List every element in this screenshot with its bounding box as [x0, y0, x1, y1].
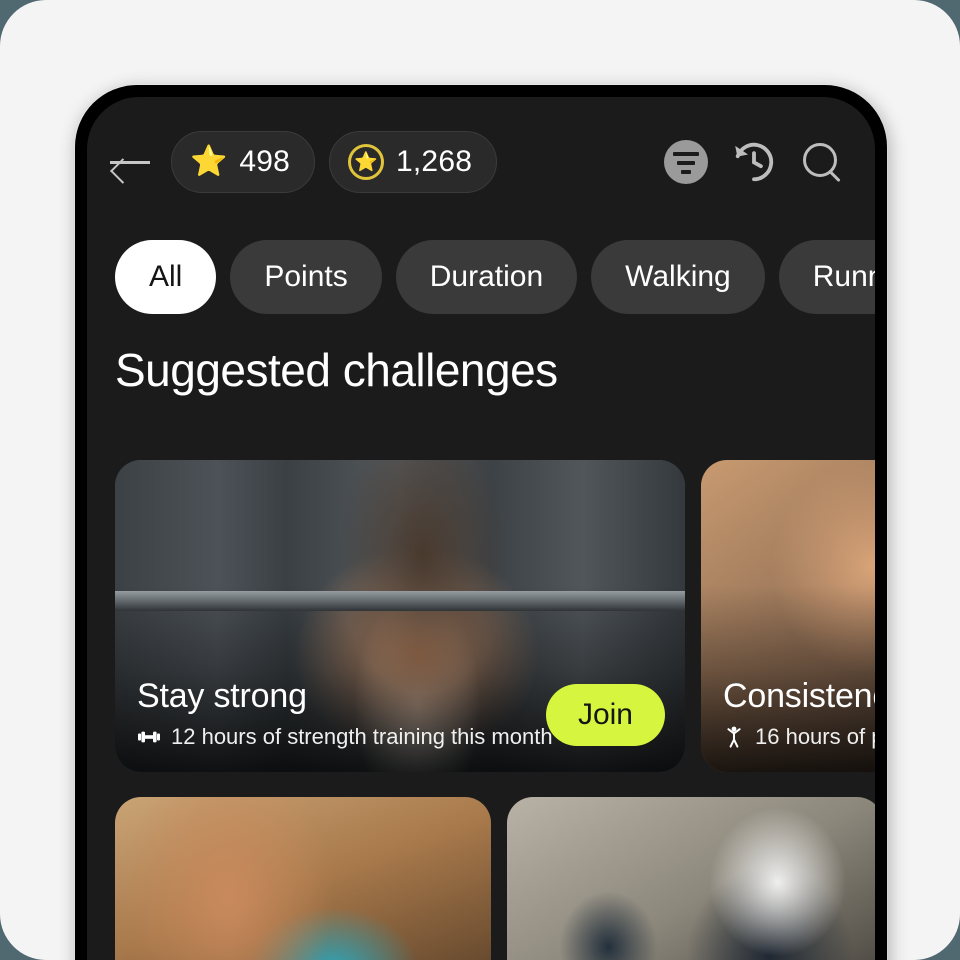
page-title: Suggested challenges	[115, 344, 558, 396]
filter-chip-points[interactable]: Points	[230, 240, 382, 314]
join-button[interactable]: Join	[545, 684, 665, 746]
filter-chip-running[interactable]: Running	[778, 240, 875, 314]
filter-icon	[664, 140, 708, 184]
search-icon	[801, 141, 843, 183]
secondary-challenge-row	[115, 797, 875, 960]
challenge-photo	[507, 797, 875, 960]
challenge-title: Stay strong	[137, 677, 307, 715]
page-canvas: ⭐ 498 ⭐ 1,268 All Points Duration Walkin…	[0, 0, 960, 960]
points-value: 498	[239, 145, 291, 178]
challenge-card-stay-strong[interactable]: Stay strong 12 hours of strength trainin…	[115, 460, 685, 772]
star-icon: ⭐	[190, 145, 228, 178]
challenge-title: Consistency counts	[723, 677, 875, 715]
phone-device-frame: ⭐ 498 ⭐ 1,268 All Points Duration Walkin…	[75, 85, 887, 960]
filter-button[interactable]	[659, 135, 713, 189]
back-arrow-icon	[110, 149, 150, 175]
filter-chip-walking[interactable]: Walking	[591, 240, 765, 314]
coins-value: 1,268	[396, 145, 473, 178]
challenge-subtitle-row: 12 hours of strength training this month	[137, 724, 555, 750]
challenge-card-text: Stay strong 12 hours of strength trainin…	[137, 677, 555, 750]
challenge-card-cycling[interactable]	[507, 797, 875, 960]
exercise-person-icon	[727, 726, 741, 748]
filter-chip-row[interactable]: All Points Duration Walking Running Swim…	[87, 232, 875, 322]
challenge-card-consistency[interactable]: Consistency counts 16 hours of physical …	[701, 460, 875, 772]
featured-challenge-row: Stay strong 12 hours of strength trainin…	[115, 460, 875, 772]
dumbbell-icon	[138, 731, 160, 743]
app-bar: ⭐ 498 ⭐ 1,268	[87, 97, 875, 227]
back-button[interactable]	[103, 135, 157, 189]
challenge-card-text: Consistency counts 16 hours of physical …	[723, 677, 875, 750]
challenge-subtitle-row: 16 hours of physical activity this month	[723, 724, 875, 750]
filter-chip-all[interactable]: All	[115, 240, 217, 314]
coins-badge[interactable]: ⭐ 1,268	[329, 131, 498, 193]
circled-star-icon: ⭐	[348, 144, 385, 180]
challenge-photo	[115, 797, 491, 960]
history-icon	[731, 139, 777, 185]
challenge-card-running[interactable]	[115, 797, 491, 960]
challenge-subtitle: 12 hours of strength training this month	[171, 724, 553, 749]
search-button[interactable]	[795, 135, 849, 189]
history-button[interactable]	[727, 135, 781, 189]
filter-chip-duration[interactable]: Duration	[395, 240, 578, 314]
points-badge[interactable]: ⭐ 498	[171, 131, 316, 193]
challenge-subtitle: 16 hours of physical activity this month	[755, 724, 875, 749]
phone-screen: ⭐ 498 ⭐ 1,268 All Points Duration Walkin…	[87, 97, 875, 960]
